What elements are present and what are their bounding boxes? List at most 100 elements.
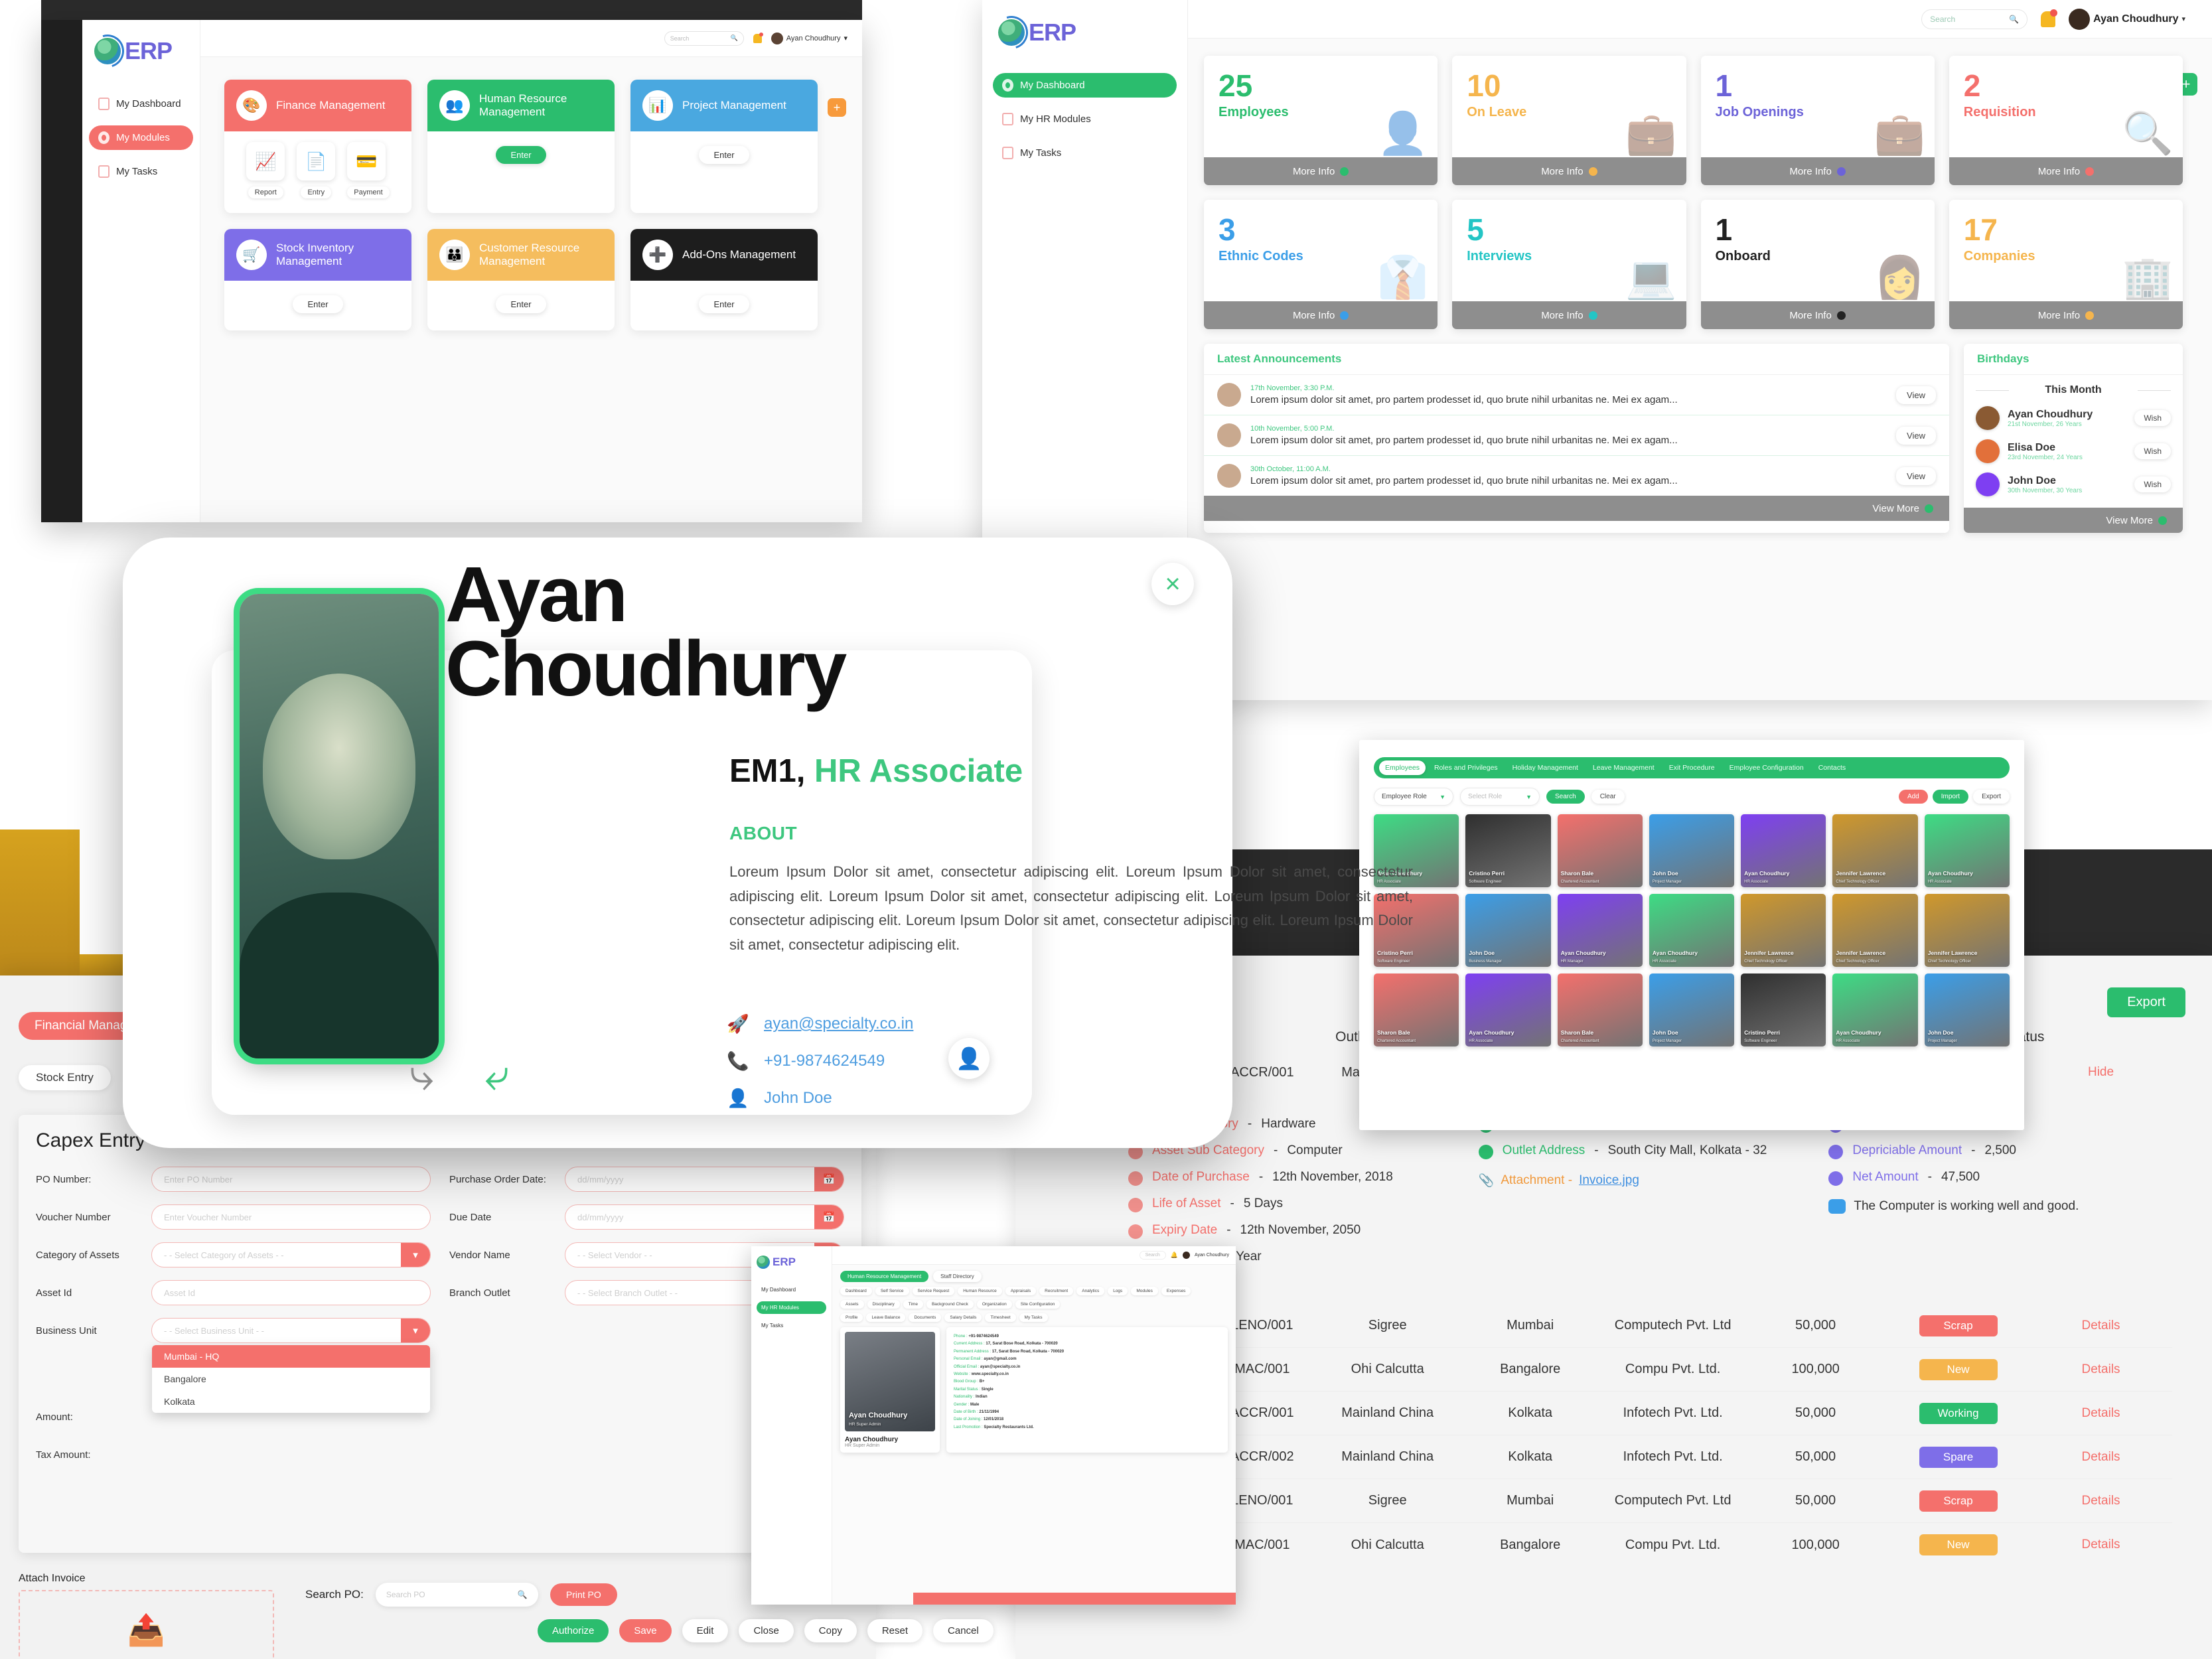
profile-tab[interactable]: Expenses xyxy=(1161,1287,1191,1295)
birthday-row[interactable]: Ayan Choudhury 21st November, 26 Years W… xyxy=(1964,401,2183,435)
notification-bell-icon[interactable] xyxy=(753,32,763,43)
table-row[interactable]: COM/ACCR/002 Mainland China Kolkata Info… xyxy=(1095,1435,2172,1479)
details-link[interactable]: Details xyxy=(2029,1494,2172,1508)
profile-avatar-button[interactable]: 👤 xyxy=(948,1038,990,1079)
birthday-row[interactable]: Elisa Doe 23rd November, 24 Years Wish xyxy=(1964,435,2183,468)
search-input[interactable]: Search 🔍 xyxy=(1921,9,2028,29)
employee-card[interactable]: Ayan Choudhury HR Associate xyxy=(1741,814,1826,887)
more-info-button[interactable]: More Info xyxy=(1700,157,1935,185)
stock-entry-tab[interactable]: Stock Entry xyxy=(19,1065,111,1090)
profile-subtab[interactable]: Background Check xyxy=(926,1300,974,1309)
share-arrow-icon[interactable]: ⤷ xyxy=(484,1050,509,1099)
details-link[interactable]: Details xyxy=(2029,1319,2172,1333)
enter-button[interactable]: Enter xyxy=(496,295,546,313)
profile-subtab[interactable]: Time xyxy=(903,1300,923,1309)
stat-card-ethnic-codes[interactable]: 3 Ethnic Codes 👔 More Info xyxy=(1204,200,1438,329)
po-number-input[interactable]: Enter PO Number xyxy=(151,1167,431,1192)
enter-button[interactable]: Enter xyxy=(699,146,749,164)
module-subaction[interactable]: 📈 Report xyxy=(246,142,285,198)
contact-manager-row[interactable]: 👤 John Doe xyxy=(727,1087,913,1110)
role-select[interactable]: Select Role ▼ xyxy=(1460,788,1540,806)
stat-card-on-leave[interactable]: 10 On Leave 💼 More Info xyxy=(1452,56,1686,185)
sidebar-item-my-dashboard[interactable]: My Dashboard xyxy=(757,1283,826,1296)
dropdown-option-kolkata[interactable]: Kolkata xyxy=(152,1390,430,1413)
profile-inner-tab[interactable]: Salary Details xyxy=(944,1313,982,1322)
copy-button[interactable]: Copy xyxy=(804,1619,857,1642)
profile-subtab[interactable]: Organization xyxy=(976,1300,1012,1309)
sidebar-item-my-dashboard[interactable]: My Dashboard xyxy=(993,73,1177,98)
employee-card[interactable]: Cristino Perri Software Engineer xyxy=(1741,974,1826,1046)
profile-tab[interactable]: Dashboard xyxy=(840,1287,872,1295)
table-row[interactable]: COM/LENO/001 Sigree Mumbai Computech Pvt… xyxy=(1095,1304,2172,1348)
details-link[interactable]: Details xyxy=(2029,1538,2172,1552)
search-input[interactable]: Search xyxy=(1139,1251,1166,1260)
file-dropzone[interactable]: 📤 Drag and Drop or Browse your files xyxy=(19,1590,274,1659)
due-date-input[interactable]: dd/mm/yyyy 📅 xyxy=(565,1204,844,1230)
announcement-row[interactable]: 17th November, 3:30 P.M. Lorem ipsum dol… xyxy=(1204,375,1949,415)
employee-card[interactable]: Ayan Choudhury HR Associate xyxy=(1465,974,1551,1046)
asset-id-input[interactable]: Asset Id xyxy=(151,1280,431,1305)
employee-card[interactable]: Ayan Choudhury HR Manager xyxy=(1557,894,1643,967)
tab-holiday-management[interactable]: Holiday Management xyxy=(1507,760,1584,775)
employee-card[interactable]: Jennifer Lawrence Chief Technology Office… xyxy=(1924,894,2010,967)
import-button[interactable]: Import xyxy=(1932,790,1969,804)
employee-card[interactable]: Sharon Bale Chartered Accountant xyxy=(1557,974,1643,1046)
sidebar-item-my-modules[interactable]: My Modules xyxy=(89,125,193,150)
attachment-link[interactable]: Invoice.jpg xyxy=(1579,1173,1639,1188)
role-type-select[interactable]: Employee Role ▼ xyxy=(1374,788,1453,806)
employee-card[interactable]: Jennifer Lawrence Chief Technology Office… xyxy=(1741,894,1826,967)
save-button[interactable]: Save xyxy=(619,1619,672,1642)
email-link[interactable]: ayan@specialty.co.in xyxy=(764,1015,913,1033)
close-button[interactable]: Close xyxy=(739,1619,794,1642)
module-card[interactable]: 🎨 Finance Management 📈 Report 📄 Entry 💳 … xyxy=(224,80,411,213)
tab-employees[interactable]: Employees xyxy=(1379,760,1426,775)
details-link[interactable]: Details xyxy=(2029,1406,2172,1421)
wish-button[interactable]: Wish xyxy=(2134,410,2171,426)
employee-card[interactable]: Sharon Bale Chartered Accountant xyxy=(1557,814,1643,887)
employee-card[interactable]: John Doe Project Manager xyxy=(1924,974,2010,1046)
wish-button[interactable]: Wish xyxy=(2134,476,2171,492)
search-input[interactable]: Search 🔍 xyxy=(664,31,744,46)
stat-card-job-openings[interactable]: 1 Job Openings 💼 More Info xyxy=(1700,56,1935,185)
stat-card-requisition[interactable]: 2 Requisition 🔍 More Info xyxy=(1949,56,2183,185)
profile-tab[interactable]: Service Request xyxy=(912,1287,955,1295)
employee-card[interactable]: Sharon Bale Chartered Accountant xyxy=(1374,974,1459,1046)
add-module-button[interactable]: + xyxy=(828,98,846,117)
purchase-order-date-input[interactable]: dd/mm/yyyy 📅 xyxy=(565,1167,844,1192)
employee-card[interactable]: Jennifer Lawrence Chief Technology Office… xyxy=(1832,814,1918,887)
user-menu[interactable]: Ayan Choudhury ▾ xyxy=(2069,8,2185,30)
employee-card[interactable]: John Doe Project Manager xyxy=(1649,974,1735,1046)
profile-tab[interactable]: Modules xyxy=(1131,1287,1158,1295)
hide-link[interactable]: Hide xyxy=(2029,1065,2172,1080)
sidebar-item-my-tasks[interactable]: My Tasks xyxy=(89,159,193,184)
dropdown-option-bangalore[interactable]: Bangalore xyxy=(152,1368,430,1390)
dropdown-option-mumbai-hq[interactable]: Mumbai - HQ xyxy=(152,1345,430,1368)
calendar-icon[interactable]: 📅 xyxy=(814,1205,844,1229)
view-button[interactable]: View xyxy=(1896,426,1936,445)
more-info-button[interactable]: More Info xyxy=(1949,301,2183,329)
stat-card-onboard[interactable]: 1 Onboard 👩 More Info xyxy=(1700,200,1935,329)
search-po-input[interactable]: Search PO 🔍 xyxy=(375,1583,538,1607)
export-button[interactable]: Export xyxy=(1973,790,2010,804)
module-card[interactable]: ➕ Add-Ons Management Enter xyxy=(630,229,818,330)
clear-button[interactable]: Clear xyxy=(1591,790,1625,804)
more-info-button[interactable]: More Info xyxy=(1700,301,1935,329)
profile-tab[interactable]: Logs xyxy=(1108,1287,1128,1295)
profile-inner-tab[interactable]: Profile xyxy=(840,1313,863,1322)
stat-card-companies[interactable]: 17 Companies 🏢 More Info xyxy=(1949,200,2183,329)
more-info-button[interactable]: More Info xyxy=(1452,301,1686,329)
more-info-button[interactable]: More Info xyxy=(1204,301,1438,329)
profile-subtab[interactable]: Disciplinary xyxy=(867,1300,900,1309)
table-row[interactable]: COM/MAC/001 Ohi Calcutta Bangalore Compu… xyxy=(1095,1348,2172,1392)
profile-inner-tab[interactable]: Documents xyxy=(909,1313,942,1322)
attachment-line[interactable]: 📎 Attachment - Invoice.jpg xyxy=(1479,1173,1822,1189)
view-button[interactable]: View xyxy=(1896,386,1936,404)
employee-card[interactable]: Ayan Choudhury HR Associate xyxy=(1924,814,2010,887)
tab-exit-procedure[interactable]: Exit Procedure xyxy=(1663,760,1721,775)
stat-card-employees[interactable]: 25 Employees 👤 More Info xyxy=(1204,56,1438,185)
wish-button[interactable]: Wish xyxy=(2134,443,2171,459)
employee-card[interactable]: Jennifer Lawrence Chief Technology Office… xyxy=(1832,894,1918,967)
authorize-button[interactable]: Authorize xyxy=(538,1619,609,1642)
employee-card[interactable]: Ayan Choudhury HR Associate xyxy=(1832,974,1918,1046)
birthday-row[interactable]: John Doe 30th November, 30 Years Wish xyxy=(1964,468,2183,501)
